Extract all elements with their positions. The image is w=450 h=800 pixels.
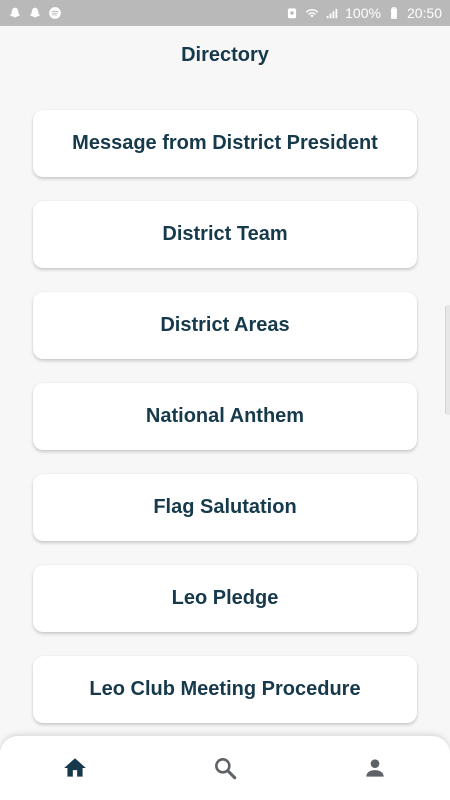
list-item-message-from-district-president[interactable]: Message from District President [33,110,417,177]
list-item-label: District Team [162,223,288,245]
list-item-label: Leo Pledge [171,587,279,609]
spotify-icon [48,6,62,20]
list-item-leo-pledge[interactable]: Leo Pledge [33,565,417,632]
nav-home-button[interactable] [45,744,105,792]
list-item-label: District Areas [160,314,290,336]
list-item-flag-salutation[interactable]: Flag Salutation [33,474,417,541]
status-left [8,6,62,20]
list-item-national-anthem[interactable]: National Anthem [33,383,417,450]
person-icon [366,759,384,777]
list-item-label: Flag Salutation [153,496,297,518]
bottom-navigation [0,736,450,800]
page-title: Directory [181,44,269,66]
home-icon [64,758,86,777]
snapchat-icon [8,6,22,20]
status-right: 100% 20:50 [285,5,442,21]
signal-icon [325,6,339,20]
list-item-label: Leo Club Meeting Procedure [89,678,361,700]
nav-profile-button[interactable] [345,744,405,792]
search-icon [215,758,237,780]
list-item-label: Message from District President [72,132,378,154]
wifi-icon [305,6,319,20]
edge-panel-handle[interactable] [445,305,450,415]
alarm-icon [285,6,299,20]
status-time: 20:50 [406,5,442,21]
directory-list: Message from District President District… [33,110,417,747]
list-item-district-areas[interactable]: District Areas [33,292,417,359]
snapchat-icon [28,6,42,20]
list-item-label: National Anthem [145,405,305,427]
battery-percentage: 100% [345,5,381,21]
nav-search-button[interactable] [195,744,255,792]
battery-icon [387,6,401,20]
status-bar: 100% 20:50 [0,0,450,26]
list-item-district-team[interactable]: District Team [33,201,417,268]
list-item-leo-club-meeting-procedure[interactable]: Leo Club Meeting Procedure [33,656,417,723]
